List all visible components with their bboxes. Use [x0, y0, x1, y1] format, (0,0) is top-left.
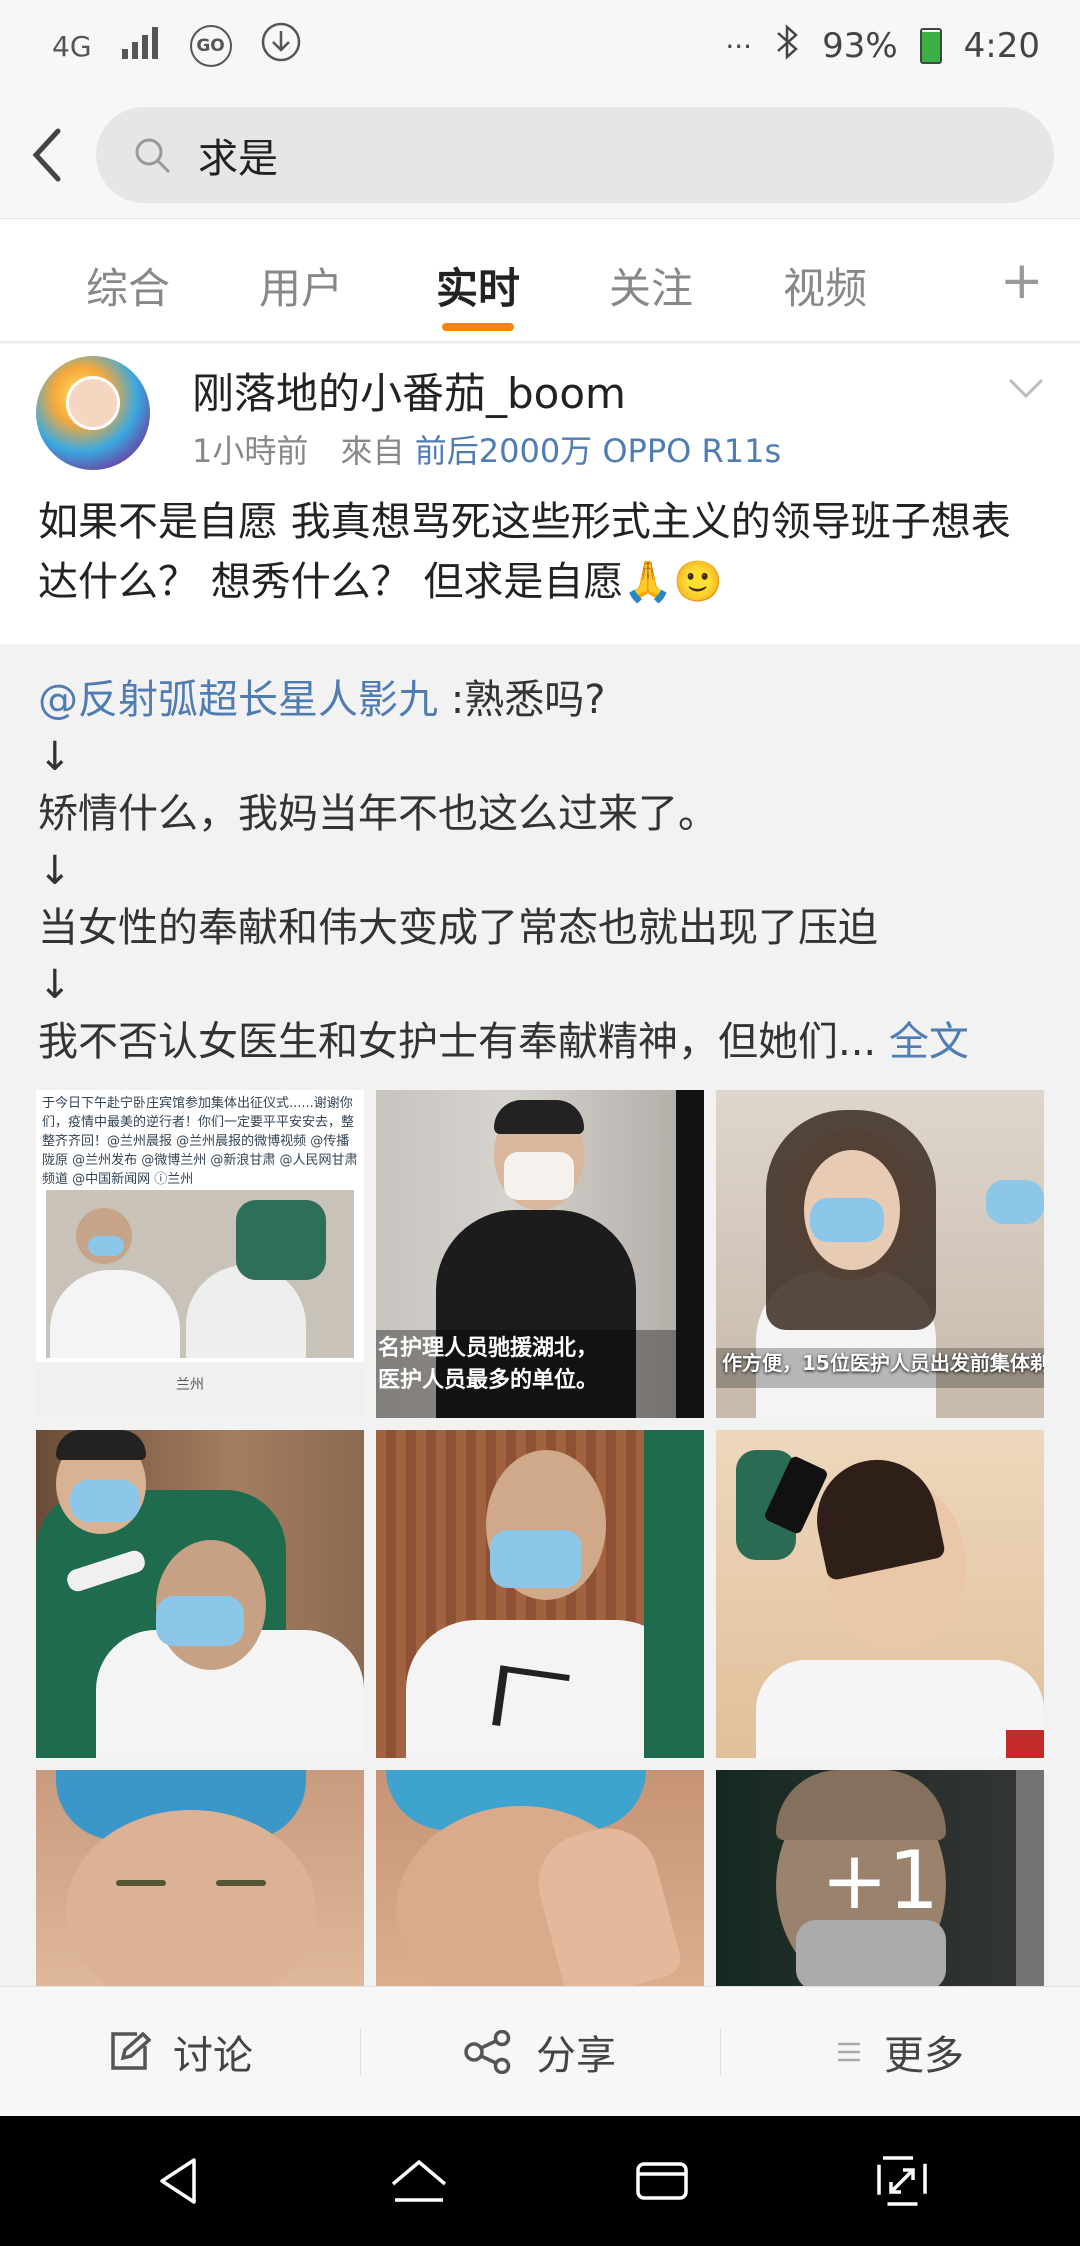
back-button[interactable] — [0, 92, 96, 218]
arrow-down-3: ↓ — [38, 962, 72, 1008]
notification-more-icon: ··· — [725, 29, 753, 63]
status-bar: 4G GO ··· 93% 4:20 — [0, 0, 1080, 92]
share-icon — [464, 2029, 511, 2074]
image-thumb-3[interactable]: 作方便，15位医护人员出发前集体剃头 — [716, 1090, 1044, 1418]
tab-users[interactable]: 用户 — [259, 255, 343, 316]
add-tab-button[interactable]: + — [1000, 251, 1044, 311]
post-meta: 1小時前 來自 前后2000万 OPPO R11s — [192, 426, 781, 472]
bluetooth-icon — [774, 23, 800, 70]
nav-expand-icon[interactable] — [875, 2154, 929, 2208]
search-icon — [135, 138, 170, 173]
clock: 4:20 — [963, 26, 1040, 66]
action-bar: 讨论 分享 更多 — [0, 1986, 1080, 2116]
nav-home-icon[interactable] — [389, 2154, 449, 2208]
chevron-down-icon[interactable] — [1006, 374, 1046, 404]
tab-realtime[interactable]: 实时 — [436, 255, 520, 316]
image-thumb-6[interactable] — [716, 1430, 1044, 1758]
image-2-caption-1: 名护理人员驰援湖北， — [378, 1336, 599, 1361]
battery-percent: 93% — [822, 26, 898, 66]
image-1-map-label: 兰州 — [176, 1377, 204, 1393]
post-text: 如果不是自愿 我真想骂死这些形式主义的领导班子想表达什么？ 想秀什么？ 但求是自… — [38, 499, 1011, 605]
full-text-link[interactable]: 全文 — [889, 1019, 969, 1065]
tab-videos[interactable]: 视频 — [783, 255, 867, 316]
nav-back-icon[interactable] — [152, 2154, 206, 2208]
arrow-down-1: ↓ — [38, 734, 72, 780]
comment-label: 讨论 — [173, 2032, 253, 2079]
post-card[interactable]: 刚落地的小番茄_boom 1小時前 來自 前后2000万 OPPO R11s 如… — [0, 344, 1080, 644]
signal-icon — [120, 25, 162, 67]
repost-line-1: :熟悉吗? — [438, 677, 606, 723]
battery-icon — [919, 28, 942, 64]
more-images-overlay[interactable]: +1 — [716, 1770, 1044, 1986]
repost-line-3: 当女性的奉献和伟大变成了常态也就出现了压迫 — [38, 905, 878, 951]
repost-block[interactable]: @反射弧超长星人影九 :熟悉吗? ↓ 矫情什么，我妈当年不也这么过来了。 ↓ 当… — [0, 644, 1080, 1986]
image-thumb-5[interactable] — [376, 1430, 704, 1758]
image-thumb-1[interactable]: 于今日下午赴宁卧庄宾馆参加集体出征仪式......谢谢你们，疫情中最美的逆行者！… — [36, 1090, 364, 1418]
menu-icon — [838, 2042, 860, 2061]
nav-recents-icon[interactable] — [632, 2154, 692, 2208]
image-1-caption: 于今日下午赴宁卧庄宾馆参加集体出征仪式......谢谢你们，疫情中最美的逆行者！… — [42, 1096, 358, 1187]
edit-icon — [111, 2031, 151, 2070]
tab-comprehensive[interactable]: 综合 — [86, 255, 170, 316]
image-thumb-8[interactable] — [376, 1770, 704, 1986]
search-tabs: 综合 用户 实时 关注 视频 + — [0, 218, 1080, 342]
repost-text: @反射弧超长星人影九 :熟悉吗? ↓ 矫情什么，我妈当年不也这么过来了。 ↓ 当… — [38, 672, 1048, 1071]
avatar[interactable] — [36, 356, 150, 470]
more-label: 更多 — [884, 2032, 964, 2079]
image-thumb-9[interactable]: +1 — [716, 1770, 1044, 1986]
image-3-caption: 作方便，15位医护人员出发前集体剃头 — [722, 1351, 1044, 1375]
mention-link[interactable]: @反射弧超长星人影九 — [38, 677, 438, 723]
arrow-down-2: ↓ — [38, 848, 72, 894]
image-2-caption-2: 医护人员最多的单位。 — [378, 1368, 599, 1393]
search-input[interactable]: 求是 — [96, 107, 1054, 203]
download-icon — [260, 21, 302, 71]
post-time: 1小時前 — [192, 432, 309, 470]
share-button[interactable]: 分享 — [360, 1987, 720, 2116]
search-query: 求是 — [198, 136, 278, 182]
post-source[interactable]: 前后2000万 OPPO R11s — [415, 432, 781, 470]
network-type-label: 4G — [52, 29, 92, 63]
post-username[interactable]: 刚落地的小番茄_boom — [192, 360, 626, 421]
repost-line-4: 我不否认女医生和女护士有奉献精神，但她们... — [38, 1019, 889, 1065]
system-nav-bar — [0, 2116, 1080, 2246]
more-button[interactable]: 更多 — [720, 1987, 1080, 2116]
tab-following[interactable]: 关注 — [609, 255, 693, 316]
go-app-icon: GO — [189, 25, 232, 67]
post-from-label: 來自 — [340, 432, 405, 470]
image-thumb-7[interactable] — [36, 1770, 364, 1986]
share-label: 分享 — [536, 2032, 616, 2079]
back-arrow-icon — [32, 128, 61, 182]
repost-line-2: 矫情什么，我妈当年不也这么过来了。 — [38, 791, 718, 837]
image-thumb-4[interactable] — [36, 1430, 364, 1758]
image-thumb-2[interactable]: 名护理人员驰援湖北， 医护人员最多的单位。 — [376, 1090, 704, 1418]
search-header: 求是 — [0, 92, 1080, 218]
comment-button[interactable]: 讨论 — [0, 1987, 360, 2116]
active-tab-indicator — [442, 323, 514, 331]
